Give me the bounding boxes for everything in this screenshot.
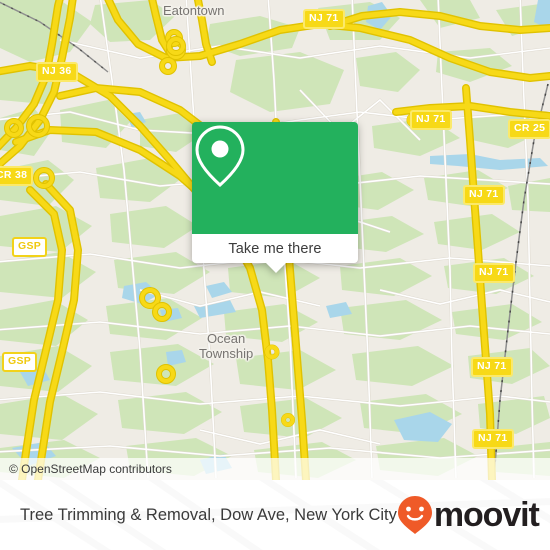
route-shield-nj71[interactable]: NJ 71 bbox=[303, 9, 345, 29]
route-shield-nj71[interactable]: NJ 71 bbox=[410, 110, 452, 130]
route-shield-nj36[interactable]: NJ 36 bbox=[36, 62, 78, 82]
osm-attribution[interactable]: © OpenStreetMap contributors bbox=[0, 458, 550, 480]
route-shield-nj71[interactable]: NJ 71 bbox=[472, 429, 514, 449]
route-shield-cr25[interactable]: CR 25 bbox=[508, 119, 550, 139]
place-label-eatontown: Eatontown bbox=[163, 3, 225, 18]
moovit-pin-icon bbox=[397, 496, 432, 534]
footer-bar: Tree Trimming & Removal, Dow Ave, New Yo… bbox=[0, 480, 550, 550]
moovit-wordmark: moovit bbox=[433, 496, 540, 534]
map-pin-icon bbox=[195, 125, 245, 188]
route-shield-gsp[interactable]: GSP bbox=[12, 237, 48, 257]
route-shield-cr38[interactable]: CR 38 bbox=[0, 166, 34, 186]
route-shield-nj71[interactable]: NJ 71 bbox=[463, 185, 505, 205]
popup-pointer bbox=[265, 262, 287, 273]
place-label-ocean-township: Ocean Township bbox=[199, 331, 253, 361]
moovit-map-screenshot: Eatontown Ocean Township NJ 71 NJ 36 NJ … bbox=[0, 0, 550, 550]
popup-action-bar[interactable]: Take me there bbox=[192, 234, 358, 263]
location-caption: Tree Trimming & Removal, Dow Ave, New Yo… bbox=[20, 505, 397, 524]
destination-popup[interactable]: Take me there bbox=[192, 122, 358, 273]
moovit-logo[interactable]: moovit bbox=[397, 495, 540, 535]
route-shield-nj71[interactable]: NJ 71 bbox=[473, 263, 515, 283]
map-canvas[interactable]: Eatontown Ocean Township NJ 71 NJ 36 NJ … bbox=[0, 0, 550, 480]
place-label-line: Township bbox=[199, 346, 254, 361]
popup-icon-panel bbox=[192, 122, 358, 234]
route-shield-nj71[interactable]: NJ 71 bbox=[471, 357, 513, 377]
take-me-there-label: Take me there bbox=[228, 240, 322, 257]
place-label-line: Ocean bbox=[206, 331, 246, 346]
route-shield-gsp[interactable]: GSP bbox=[2, 352, 38, 372]
